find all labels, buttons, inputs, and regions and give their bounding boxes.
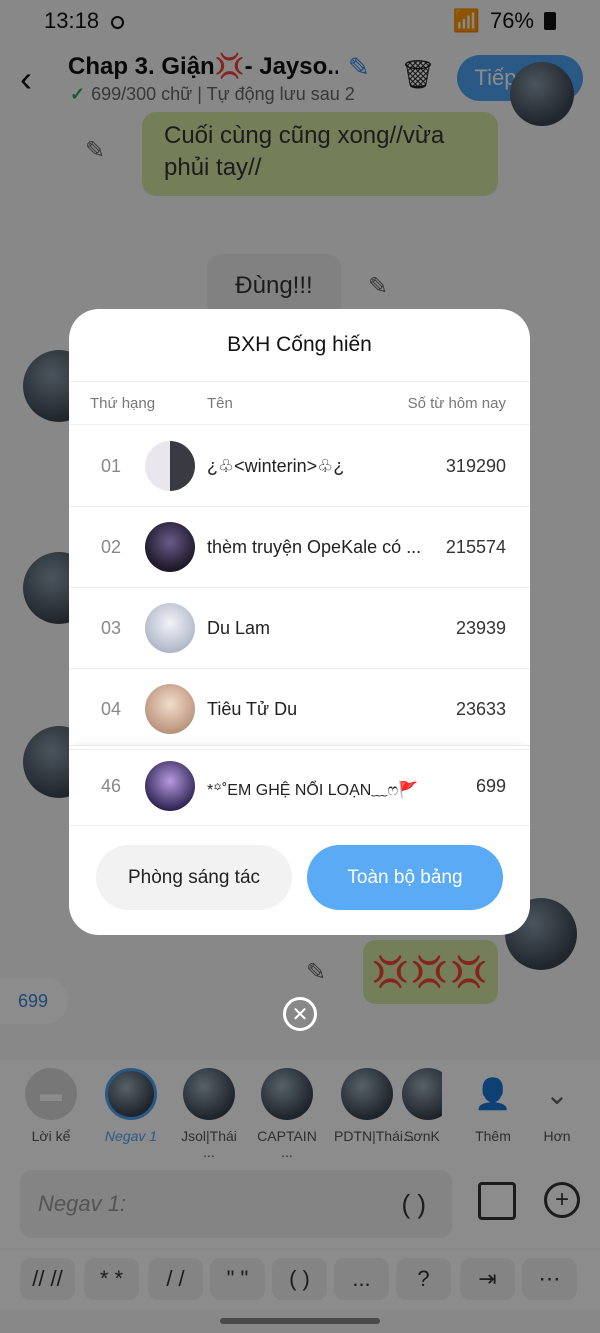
table-row[interactable]: 02 thèm truyện OpeKale có ... 215574 — [69, 507, 530, 588]
leaderboard-dialog: BXH Cống hiến Thứ hạng Tên Số từ hôm nay… — [69, 309, 530, 935]
avatar — [145, 603, 195, 653]
user-name: thèm truyện OpeKale có ... — [207, 537, 422, 557]
word-count: 319290 — [445, 456, 506, 476]
rank: 02 — [100, 537, 122, 557]
table-row[interactable]: 01 ¿♧<winterin>♧¿ 319290 — [69, 426, 530, 507]
table-row[interactable]: 04 Tiêu Tử Du 23633 — [69, 669, 530, 750]
avatar — [145, 684, 195, 734]
avatar — [145, 761, 195, 811]
rank: 46 — [100, 776, 122, 796]
close-icon[interactable]: ✕ — [283, 997, 317, 1031]
full-leaderboard-button[interactable]: Toàn bộ bảng — [307, 845, 503, 910]
word-count: 23633 — [455, 699, 506, 719]
my-rank-row[interactable]: 46 *꙳˚EM GHỆ NỔI LOẠN﹏ෆ🚩 699 — [69, 745, 530, 826]
user-name: ¿♧<winterin>♧¿ — [207, 456, 345, 476]
word-count: 23939 — [455, 618, 506, 638]
user-name: Du Lam — [207, 618, 271, 638]
col-name-header: Tên — [207, 395, 233, 412]
rank: 04 — [100, 699, 122, 719]
user-name: *꙳˚EM GHỆ NỔI LOẠN﹏ෆ🚩 — [207, 782, 419, 799]
rank: 01 — [100, 456, 122, 476]
word-count: 699 — [475, 776, 506, 796]
rank: 03 — [100, 618, 122, 638]
user-name: Tiêu Tử Du — [207, 699, 298, 719]
avatar — [145, 441, 195, 491]
writing-room-button[interactable]: Phòng sáng tác — [96, 845, 292, 910]
avatar — [145, 522, 195, 572]
word-count: 215574 — [445, 537, 506, 557]
table-row[interactable]: 03 Du Lam 23939 — [69, 588, 530, 669]
column-headers: Thứ hạng Tên Số từ hôm nay — [69, 381, 530, 425]
col-rank-header: Thứ hạng — [90, 395, 156, 412]
col-words-header: Số từ hôm nay — [407, 395, 506, 412]
dialog-title: BXH Cống hiến — [227, 333, 372, 356]
